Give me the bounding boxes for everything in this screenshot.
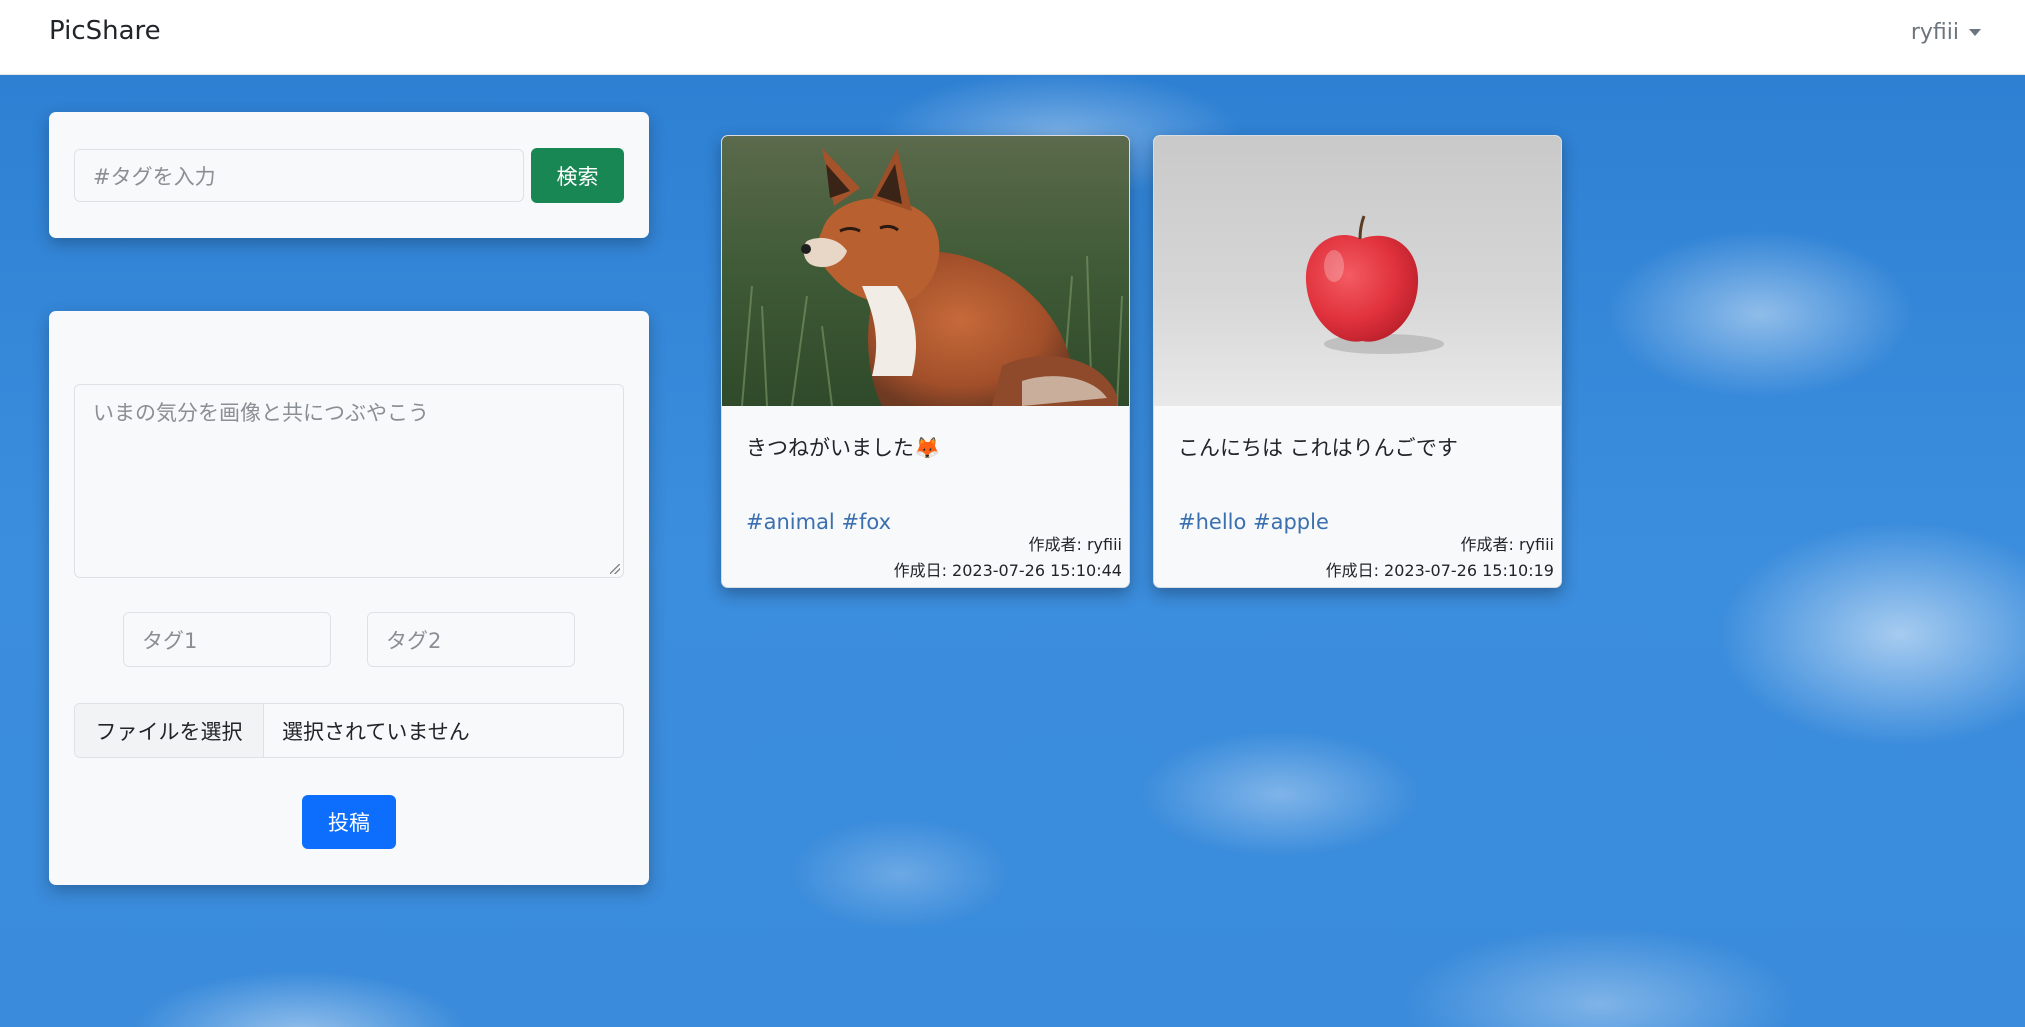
post-text: きつねがいました🦊 [746, 436, 941, 460]
search-panel: #タグを入力 検索 [49, 112, 649, 238]
post-author: 作成者: ryfiii [1460, 535, 1555, 554]
post-author: 作成者: ryfiii [1028, 535, 1123, 554]
caret-down-icon [1969, 29, 1981, 36]
post-card: きつねがいました🦊 #animal #fox 作成者: ryfiii 作成日: … [721, 135, 1130, 588]
tag2-input[interactable]: タグ2 [367, 612, 575, 667]
card-body: こんにちは これはりんごです #hello #apple 作成者: ryfiii… [1154, 406, 1561, 587]
search-button[interactable]: 検索 [531, 148, 624, 203]
textarea-placeholder: いまの気分を画像と共につぶやこう [93, 401, 429, 425]
post-text: こんにちは これはりんごです [1178, 436, 1458, 460]
choose-file-button[interactable]: ファイルを選択 [75, 704, 264, 757]
navbar: PicShare ryfiii [0, 0, 2025, 75]
post-textarea[interactable]: いまの気分を画像と共につぶやこう [74, 384, 624, 578]
apple-photo [1154, 136, 1561, 406]
card-body: きつねがいました🦊 #animal #fox 作成者: ryfiii 作成日: … [722, 406, 1129, 587]
file-input: ファイルを選択 選択されていません [74, 703, 624, 758]
user-dropdown[interactable]: ryfiii [1911, 20, 1981, 45]
post-submit-button[interactable]: 投稿 [302, 795, 396, 849]
user-name: ryfiii [1910, 20, 1959, 45]
brand-logo[interactable]: PicShare [49, 16, 161, 46]
post-card: こんにちは これはりんごです #hello #apple 作成者: ryfiii… [1153, 135, 1562, 588]
post-tags[interactable]: #hello #apple [1178, 510, 1329, 534]
post-date: 作成日: 2023-07-26 15:10:19 [1325, 561, 1554, 580]
file-status-text: 選択されていません [282, 719, 470, 744]
post-date: 作成日: 2023-07-26 15:10:44 [893, 561, 1122, 580]
resize-handle-icon[interactable] [610, 564, 620, 574]
tag-search-input[interactable]: #タグを入力 [74, 149, 524, 202]
tag1-input[interactable]: タグ1 [123, 612, 331, 667]
fox-photo [722, 136, 1129, 406]
post-tags[interactable]: #animal #fox [746, 510, 891, 534]
post-form-panel: いまの気分を画像と共につぶやこう タグ1 タグ2 ファイルを選択 選択されていま… [49, 311, 649, 885]
